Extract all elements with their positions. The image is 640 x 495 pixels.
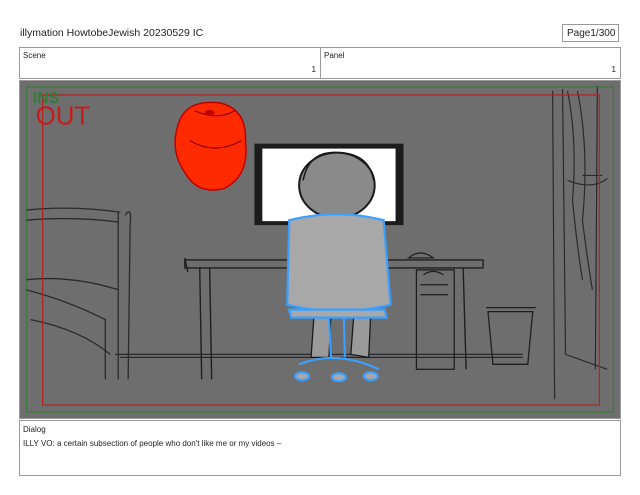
panel-field: Panel 1 xyxy=(320,47,621,79)
person-head-sketch xyxy=(298,151,376,220)
scene-label: Scene xyxy=(23,51,46,60)
dialog-label: Dialog xyxy=(23,425,46,434)
page-number: 1/300 xyxy=(590,27,616,39)
page-label: Page xyxy=(567,27,591,39)
scene-number: 1 xyxy=(311,65,316,74)
scene-field: Scene 1 xyxy=(19,47,321,79)
panel-number: 1 xyxy=(611,65,616,74)
dialog-text: ILLY VO: a certain subsection of people … xyxy=(23,439,282,448)
out-label: OUT xyxy=(36,103,91,131)
panel-sketch: INS OUT xyxy=(20,81,620,418)
page-indicator: Page 1/300 xyxy=(562,24,619,42)
panel-label: Panel xyxy=(324,51,345,60)
document-title: illymation HowtobeJewish 20230529 IC xyxy=(20,27,204,39)
dialog-field: Dialog ILLY VO: a certain subsection of … xyxy=(19,420,621,476)
storyboard-panel: INS OUT xyxy=(19,80,621,419)
